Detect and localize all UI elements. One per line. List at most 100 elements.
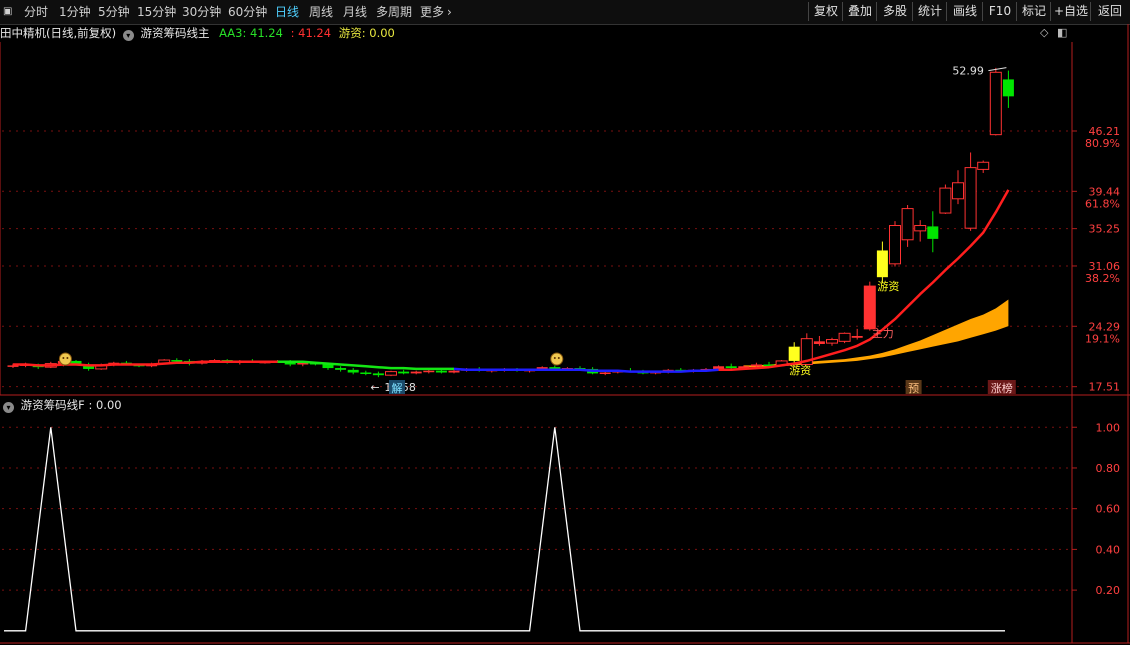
candle-body <box>713 366 725 369</box>
tab-15min[interactable]: 15分钟 <box>137 3 176 21</box>
fuquan-button[interactable]: 复权 <box>808 2 843 21</box>
candle-body <box>549 367 561 369</box>
price-tick-label: 35.25 <box>1089 223 1121 236</box>
candle-body <box>637 371 649 374</box>
candle-body <box>32 364 44 368</box>
candle-body-up <box>964 167 977 229</box>
draw-line-button[interactable]: 画线 <box>946 2 983 21</box>
f10-button[interactable]: F10 <box>982 2 1017 21</box>
price-tick-label: 17.51 <box>1089 381 1121 394</box>
tab-30min[interactable]: 30分钟 <box>182 3 221 21</box>
candle-body <box>574 368 586 370</box>
candle-body <box>209 360 221 362</box>
sub-indicator-name[interactable]: 游资筹码线F <box>21 398 85 412</box>
candle-body <box>20 364 32 366</box>
event-tag-bg <box>389 380 405 394</box>
mark-button[interactable]: 标记 <box>1016 2 1051 21</box>
candle-body <box>183 360 195 364</box>
candle-body <box>322 364 334 369</box>
multi-stock-button[interactable]: 多股 <box>876 2 913 21</box>
kline-chart: 游资游资主力52.99← 18.58解预涨榜 46.2180.9%39.4461.… <box>0 24 1130 644</box>
candle-body <box>284 360 296 365</box>
candle-body <box>133 364 145 367</box>
candle-body <box>221 360 233 363</box>
youzi-signal-label: 游资 <box>789 364 811 377</box>
tab-5min[interactable]: 5分钟 <box>98 3 130 21</box>
candle-body <box>700 368 712 371</box>
main-force-label: 主力 <box>872 327 894 340</box>
candle-body-up <box>826 339 838 344</box>
sub-chart-header: ▾ 游资筹码线F : 0.00 <box>0 397 122 413</box>
stock-title: 田中精机(日线,前复权) <box>0 26 117 40</box>
tab-fenshi[interactable]: 分时 <box>24 3 48 21</box>
face-marker-eye <box>553 357 556 359</box>
youzi-signal-label: 游资 <box>877 280 899 293</box>
ma-line-segment <box>13 360 278 367</box>
candle-body <box>486 369 498 372</box>
panel-toggle-icon[interactable]: ◧ <box>1057 26 1067 39</box>
high-arrow <box>988 67 1007 72</box>
low-arrow: ← <box>370 381 379 394</box>
candle-body <box>398 371 410 374</box>
candle-body <box>234 360 246 363</box>
candle-body <box>108 362 120 366</box>
tab-60min[interactable]: 60分钟 <box>228 3 267 21</box>
event-tag-label: 涨榜 <box>991 381 1013 395</box>
event-tag-label: 预 <box>908 382 919 395</box>
event-tag-bg <box>987 380 1016 394</box>
aa3-label: AA3: <box>219 26 247 40</box>
chevron-down-icon[interactable]: ▾ <box>122 30 134 41</box>
candle-body <box>738 366 750 369</box>
face-marker-icon <box>550 352 564 366</box>
candle-body <box>662 369 674 372</box>
percent-tick-label: 61.8% <box>1085 197 1120 210</box>
period-toolbar: ▣ 分时 1分钟 5分钟 15分钟 30分钟 60分钟 日线 周线 月线 多周期… <box>0 0 1130 25</box>
candle-body <box>612 370 624 373</box>
candle-body-up <box>939 187 952 214</box>
indicator-name[interactable]: 游资筹码线主 <box>140 26 209 40</box>
tab-more[interactable]: 更多 <box>420 3 444 21</box>
tab-weekly[interactable]: 周线 <box>309 3 333 21</box>
tab-monthly[interactable]: 月线 <box>343 3 367 21</box>
candle-body <box>813 341 825 345</box>
candle-body <box>246 360 258 363</box>
candle-body-up <box>158 359 171 365</box>
price-tick-label: 46.21 <box>1089 125 1121 138</box>
face-marker-eye <box>557 357 560 359</box>
window-icon[interactable]: ▣ <box>3 3 12 21</box>
candle-body <box>196 361 208 364</box>
percent-tick-label: 80.9% <box>1085 137 1120 150</box>
event-tag-label: 解 <box>392 381 403 395</box>
candle-body <box>536 367 548 370</box>
candle-body-up <box>863 285 876 330</box>
face-marker-icon <box>58 352 72 366</box>
main-chart-header: 田中精机(日线,前复权) ▾ 游资筹码线主 AA3: 41.24 : 41.24… <box>0 26 395 41</box>
tab-daily[interactable]: 日线 <box>275 3 299 21</box>
candle-body <box>750 364 762 367</box>
signal-candle-body <box>876 250 888 278</box>
add-watchlist-button[interactable]: +自选 <box>1050 2 1091 21</box>
candle-body-up <box>775 360 788 366</box>
limit-up-candle-body <box>864 286 876 329</box>
candle-body <box>473 368 485 371</box>
diamond-icon[interactable]: ◇ <box>1040 26 1048 39</box>
chevron-down-icon[interactable]: ▾ <box>3 402 14 413</box>
percent-tick-label: 38.2% <box>1085 272 1120 285</box>
candle-body <box>309 362 321 365</box>
chevron-right-icon[interactable]: › <box>447 3 452 21</box>
candle-body <box>763 364 775 366</box>
sub-tick-label: 0.40 <box>1096 543 1121 556</box>
candle-body <box>57 360 69 364</box>
stats-button[interactable]: 统计 <box>912 2 947 21</box>
candle-body <box>83 364 95 369</box>
candle-body <box>360 372 372 375</box>
candle-body <box>561 368 573 370</box>
tab-multi-period[interactable]: 多周期 <box>376 3 412 21</box>
price-tick-label: 24.29 <box>1089 320 1121 333</box>
tab-1min[interactable]: 1分钟 <box>59 3 91 21</box>
candle-body-up <box>385 371 397 376</box>
aa3-value-2: 41.24 <box>298 26 332 40</box>
overlay-button[interactable]: 叠加 <box>842 2 877 21</box>
sub-tick-label: 0.20 <box>1096 584 1121 597</box>
back-button[interactable]: 返回 <box>1090 2 1129 21</box>
